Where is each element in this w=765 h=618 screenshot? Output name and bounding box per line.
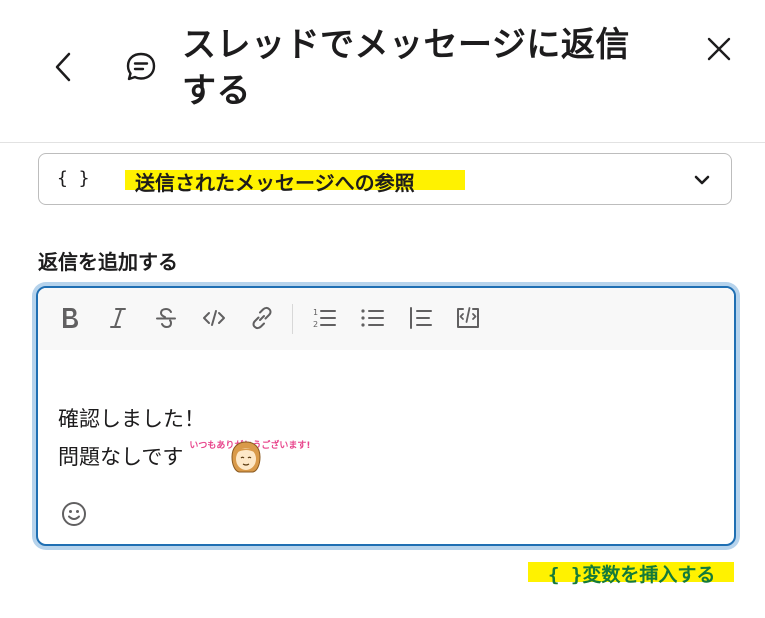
code-button[interactable] [198, 302, 230, 334]
page-title: スレッドでメッセージに返信する [182, 25, 630, 111]
toolbar-divider [292, 304, 293, 334]
braces-icon: { } [57, 168, 90, 189]
dialog-header: スレッドでメッセージに返信する [0, 0, 765, 143]
select-label: 送信されたメッセージへの参照 [135, 171, 415, 195]
bulleted-list-icon [361, 309, 384, 327]
link-button[interactable] [246, 302, 278, 334]
bulleted-list-button[interactable] [356, 302, 388, 334]
close-icon [707, 37, 731, 61]
message-line: 問題なしです いつもありがとうございます! [58, 438, 310, 476]
strikethrough-icon [156, 307, 176, 329]
formatting-toolbar: 12 [38, 288, 734, 350]
italic-button[interactable] [102, 302, 134, 334]
message-line-1: 確認しました！ [58, 407, 205, 431]
girl-face-sticker-icon [231, 441, 261, 473]
code-icon [203, 310, 225, 326]
back-icon [55, 52, 71, 82]
emoji-icon[interactable] [60, 500, 88, 528]
svg-text:1: 1 [313, 308, 318, 317]
quote-icon [410, 307, 432, 329]
ordered-list-button[interactable]: 12 [308, 302, 340, 334]
bold-icon [63, 308, 78, 328]
bold-button[interactable] [54, 302, 86, 334]
thread-icon [126, 52, 156, 81]
link-icon [252, 306, 272, 330]
svg-text:2: 2 [313, 320, 318, 329]
message-line: 確認しました！ [58, 400, 263, 438]
thanks-sticker: いつもありがとうございます! [189, 441, 310, 473]
italic-icon [110, 308, 126, 328]
message-line-2: 問題なしです [58, 445, 184, 469]
chevron-down-icon [694, 175, 710, 185]
code-block-button[interactable] [452, 302, 484, 334]
insert-variable-label: { }変数を挿入する [548, 560, 715, 587]
message-body[interactable]: 確認しました！ 問題なしです いつもありがとうございます! [58, 400, 310, 476]
reply-editor[interactable]: 12 確認しました！ 問題なしです いつもありがとうございます! [36, 286, 736, 546]
insert-variable-text: 変数を挿入する [582, 564, 716, 586]
braces-icon: { } [548, 564, 583, 586]
code-block-icon [457, 307, 479, 328]
reply-section-label: 返信を追加する [38, 250, 178, 274]
back-button[interactable] [46, 48, 80, 86]
ordered-list-icon: 12 [313, 308, 336, 329]
close-button[interactable] [700, 30, 738, 68]
message-reference-select[interactable]: { } 送信されたメッセージへの参照 [38, 153, 732, 205]
strikethrough-button[interactable] [150, 302, 182, 334]
quote-button[interactable] [404, 302, 436, 334]
